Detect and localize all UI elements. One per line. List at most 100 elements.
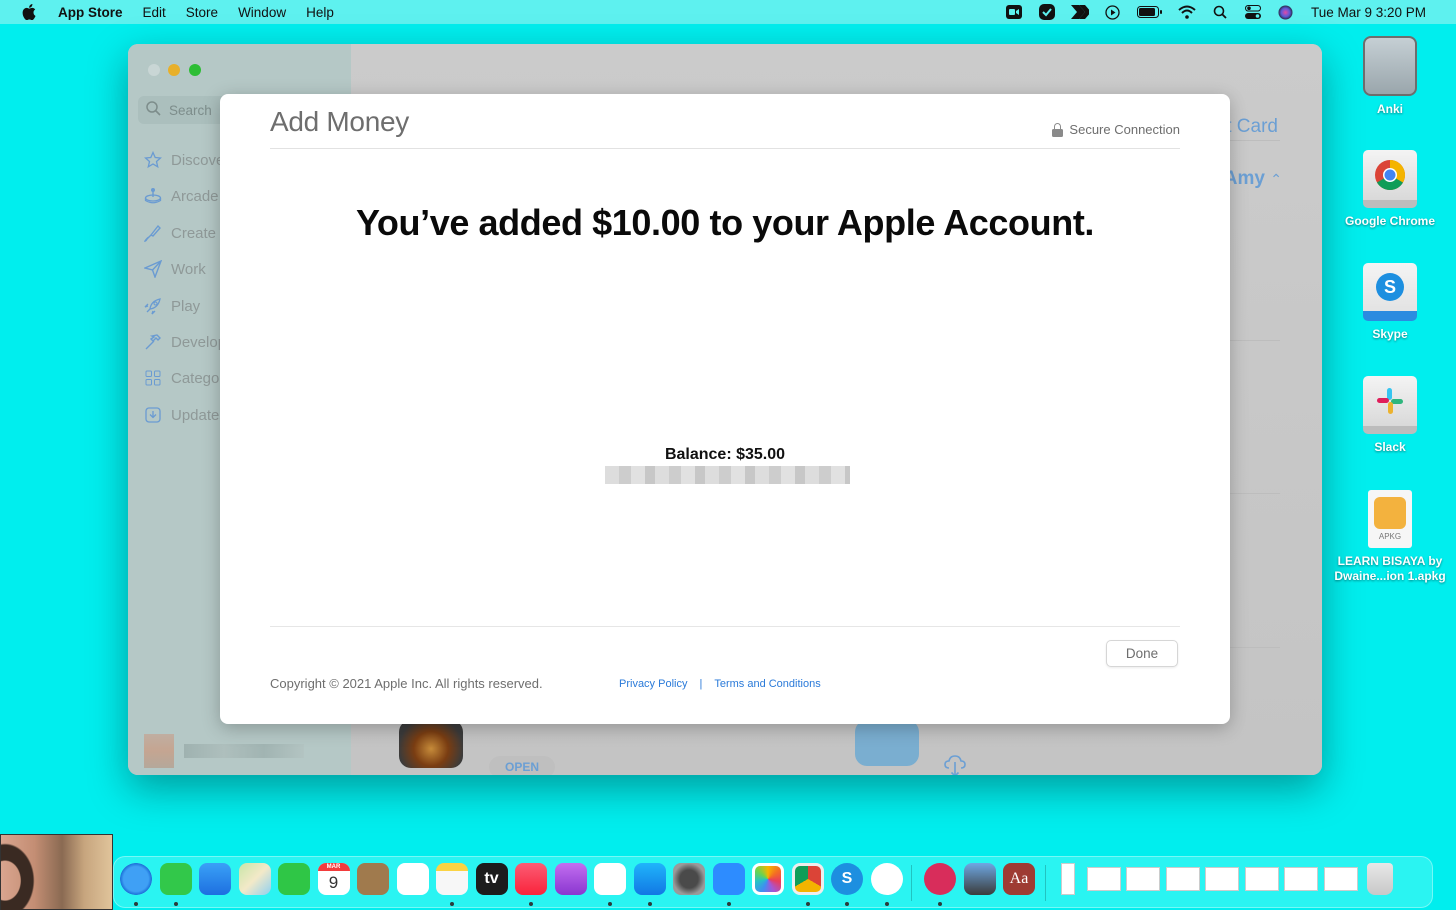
sidebar-item-label: Updates (171, 406, 227, 424)
sidebar-item-create[interactable]: Create (144, 221, 216, 245)
dock-tv-icon[interactable]: tv (475, 863, 508, 895)
minimized-window-thumbnail[interactable] (1165, 867, 1200, 891)
sidebar-item-updates[interactable]: Updates (144, 403, 227, 427)
dock-anki-icon[interactable] (963, 863, 996, 895)
dock-music-icon[interactable] (515, 863, 547, 895)
dock-slack-icon[interactable] (870, 863, 903, 895)
minimized-window-thumbnail[interactable] (1086, 867, 1121, 891)
sidebar-item-work[interactable]: Work (144, 257, 206, 281)
dock-photos-icon[interactable] (752, 863, 784, 895)
minimized-window-thumbnail[interactable] (1060, 863, 1075, 895)
home-app-icon[interactable] (855, 720, 919, 766)
dock-maps-icon[interactable] (238, 863, 271, 895)
running-indicator (608, 902, 612, 906)
menu-app-store[interactable]: App Store (58, 5, 123, 20)
minimized-window-thumbnail[interactable] (1284, 867, 1318, 891)
dock-messages-icon[interactable] (159, 863, 192, 895)
apkg-file-icon: APKG (1368, 490, 1412, 548)
spotlight-search-icon[interactable] (1211, 4, 1229, 20)
account-balance: Balance: $35.00 (664, 446, 786, 463)
open-button[interactable]: OPEN (489, 756, 555, 775)
footer-links: Privacy Policy | Terms and Conditions (619, 678, 821, 690)
webcam-overlay (0, 834, 113, 910)
dock-news-icon[interactable] (594, 863, 626, 895)
dock-skype-icon[interactable]: S (831, 863, 863, 895)
running-indicator (805, 902, 810, 906)
dock-mail-icon[interactable] (199, 863, 231, 895)
running-indicator (884, 902, 889, 906)
desktop-icon-slack[interactable]: Slack (1325, 376, 1455, 455)
desktop-icon-label: Google Chrome (1344, 214, 1435, 228)
dock-calendar-icon[interactable]: MAR 9 (317, 863, 350, 895)
paper-plane-icon (144, 260, 162, 278)
minimized-window-thumbnail[interactable] (1126, 867, 1160, 891)
account-selector[interactable]: Amy ⌃ (1224, 168, 1282, 190)
menu-store[interactable]: Store (186, 5, 218, 20)
window-zoom-button[interactable] (189, 64, 201, 76)
lock-icon (1052, 122, 1064, 137)
dock-skitch-icon[interactable] (924, 863, 956, 895)
rocket-icon (144, 297, 162, 315)
sidebar-item-discover[interactable]: Discover (144, 148, 229, 172)
dock-google-chrome-icon[interactable] (791, 863, 824, 895)
dock: MAR 9 tv S Aa (113, 856, 1433, 908)
minimized-window-thumbnail[interactable] (1323, 867, 1358, 891)
dock-reminders-icon[interactable] (396, 863, 429, 895)
menu-edit[interactable]: Edit (143, 5, 166, 20)
dock-facetime-icon[interactable] (278, 863, 310, 895)
anki-package-icon (1374, 497, 1406, 529)
dock-app-store-icon[interactable] (633, 863, 666, 895)
cloud-download-icon[interactable] (943, 754, 967, 775)
apple-menu-icon[interactable] (22, 4, 36, 20)
sidebar-item-arcade[interactable]: Arcade (144, 184, 219, 208)
dock-system-preferences-icon[interactable] (673, 863, 705, 895)
tasks-check-icon[interactable] (1038, 4, 1056, 20)
menu-clock[interactable]: Tue Mar 9 3:20 PM (1311, 5, 1426, 20)
window-close-button[interactable] (148, 64, 160, 76)
running-indicator (134, 902, 138, 906)
dock-dictionary-icon[interactable]: Aa (1003, 863, 1035, 895)
privacy-policy-link[interactable]: Privacy Policy (619, 678, 687, 690)
desktop-icon-skype[interactable]: S Skype (1325, 263, 1455, 342)
sidebar-item-play[interactable]: Play (144, 294, 200, 318)
desktop-icon-apkg-file[interactable]: APKG LEARN BISAYA by Dwaine...ion 1.apkg (1325, 490, 1455, 584)
svg-text:S: S (1384, 277, 1396, 297)
minimized-window-thumbnail[interactable] (1205, 867, 1239, 891)
redeem-gift-card-link[interactable]: t Card (1226, 116, 1278, 138)
desktop-icon-anki[interactable]: Anki (1325, 36, 1455, 117)
dock-zoom-icon[interactable] (712, 863, 745, 895)
done-button[interactable]: Done (1106, 640, 1178, 667)
joystick-icon (144, 187, 162, 205)
desktop-icon-label: Anki (1376, 102, 1403, 116)
dock-notefile-icon[interactable] (357, 863, 389, 895)
skitch-icon[interactable] (1070, 4, 1089, 20)
dock-trash-icon[interactable] (1367, 863, 1393, 895)
minimized-window-thumbnail[interactable] (1244, 867, 1279, 891)
add-money-sheet: Add Money Secure Connection You’ve added… (220, 94, 1230, 724)
sidebar-item-label: Arcade (171, 187, 219, 205)
dock-notes-icon[interactable] (436, 863, 468, 895)
sidebar-item-label: Play (171, 297, 201, 315)
battery-icon[interactable] (1136, 4, 1163, 20)
garageband-app-icon[interactable] (399, 720, 463, 768)
running-indicator (938, 902, 942, 906)
dock-podcasts-icon[interactable] (554, 863, 587, 895)
window-minimize-button[interactable] (168, 64, 180, 76)
confirmation-headline: You’ve added $10.00 to your Apple Accoun… (355, 202, 1095, 243)
running-indicator (845, 902, 849, 906)
sidebar-item-label: Develop (171, 333, 227, 351)
terms-and-conditions-link[interactable]: Terms and Conditions (714, 678, 820, 690)
sidebar-item-develop[interactable]: Develop (144, 330, 226, 354)
play-circle-icon[interactable] (1104, 4, 1122, 20)
zoom-icon[interactable] (1005, 4, 1023, 20)
desktop-icon-google-chrome[interactable]: Google Chrome (1325, 150, 1455, 229)
wifi-icon[interactable] (1178, 4, 1196, 20)
siri-icon[interactable] (1277, 4, 1295, 20)
menu-help[interactable]: Help (306, 5, 334, 20)
up-down-chevron-icon: ⌃ (1270, 171, 1282, 187)
menu-window[interactable]: Window (238, 5, 286, 20)
avatar (144, 734, 174, 768)
dock-safari-icon[interactable] (120, 863, 152, 895)
control-center-icon[interactable] (1244, 4, 1262, 20)
sidebar-account[interactable] (144, 734, 304, 768)
